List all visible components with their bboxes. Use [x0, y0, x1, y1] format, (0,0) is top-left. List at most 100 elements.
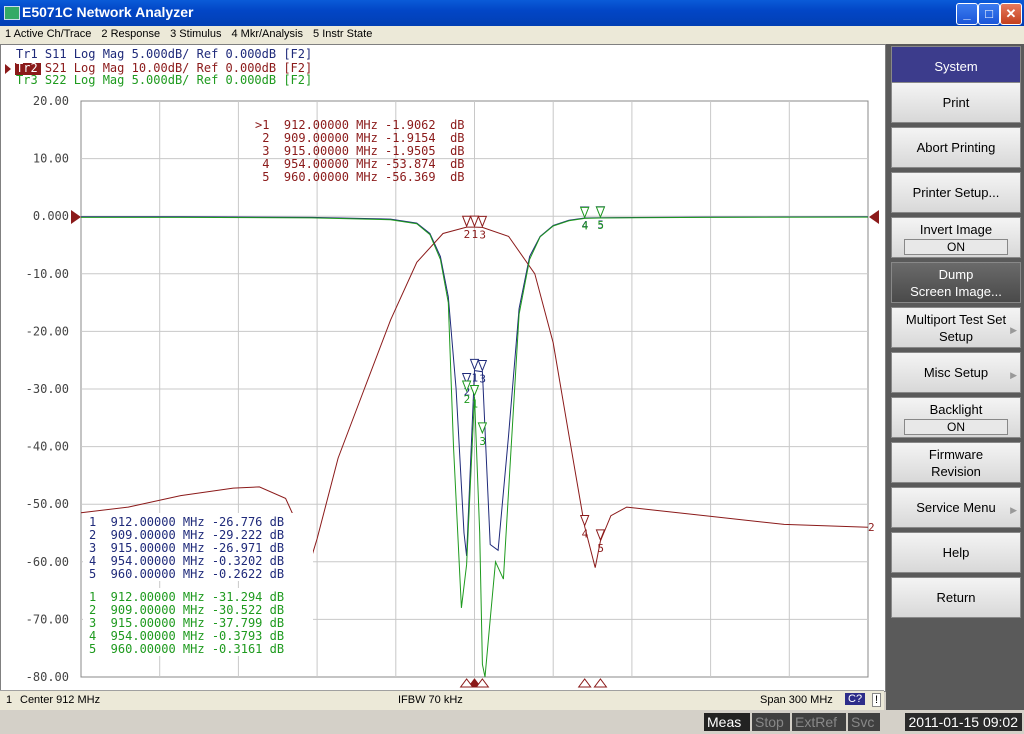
marker-readout: 4 954.00000 MHz -0.3202 dB — [89, 554, 284, 568]
marker-readout: 5 960.00000 MHz -56.369 dB — [255, 170, 465, 184]
minimize-button[interactable]: _ — [956, 3, 978, 25]
marker-icon[interactable] — [469, 384, 480, 397]
y-tick-label: 0.000 — [33, 209, 69, 223]
service-menu-button[interactable]: Service Menu ▶ — [891, 487, 1021, 528]
marker-readout: 2 909.00000 MHz -1.9154 dB — [255, 131, 465, 145]
dump-screen-image-button[interactable]: Dump Screen Image... — [891, 262, 1021, 303]
y-tick-label: -70.00 — [26, 612, 69, 626]
backlight-value: ON — [904, 418, 1008, 435]
invert-image-value: ON — [904, 238, 1008, 255]
marker-readout: 5 960.00000 MHz -0.2622 dB — [89, 567, 284, 581]
meas-indicator: Meas — [704, 713, 750, 731]
center-frequency[interactable]: Center 912 MHz — [20, 694, 100, 706]
marker-label: 4 — [582, 219, 589, 232]
backlight-label: Backlight — [929, 401, 983, 417]
multiport-label-line1: Multiport Test Set — [905, 311, 1007, 327]
printer-setup-label: Printer Setup... — [912, 185, 1000, 200]
menu-instr-state[interactable]: 5 Instr State — [308, 26, 377, 40]
help-button[interactable]: Help — [891, 532, 1021, 573]
title-bar: E5071C Network Analyzer _ □ ✕ — [0, 0, 1024, 26]
marker-readout: 2 909.00000 MHz -30.522 dB — [89, 603, 284, 617]
menu-response[interactable]: 2 Response — [96, 26, 165, 40]
ref-level-right-icon[interactable] — [869, 210, 879, 224]
backlight-button[interactable]: Backlight ON — [891, 397, 1021, 438]
marker-label: 4 — [582, 528, 589, 541]
help-label: Help — [942, 545, 970, 560]
marker-readout: 3 915.00000 MHz -26.971 dB — [89, 541, 284, 555]
abort-printing-button[interactable]: Abort Printing — [891, 127, 1021, 168]
window-title: E5071C Network Analyzer — [22, 4, 194, 20]
marker-label: 5 — [597, 542, 604, 555]
marker-readout: >1 912.00000 MHz -1.9062 dB — [255, 118, 465, 132]
multiport-label-line2: Setup — [939, 328, 973, 344]
trace-header-tr3[interactable]: Tr3 S22 Log Mag 5.000dB/ Ref 0.000dB [F2… — [16, 73, 312, 87]
marker-label: 1 — [472, 371, 479, 384]
span-value[interactable]: Span 300 MHz — [760, 694, 833, 706]
menu-mkr-analysis[interactable]: 4 Mkr/Analysis — [226, 26, 308, 40]
marker-label: 5 — [597, 219, 604, 232]
stimulus-marker-icon — [593, 678, 608, 688]
marker-icon[interactable] — [469, 358, 480, 371]
y-tick-label: 20.00 — [33, 94, 69, 108]
stimulus-marker-icon — [459, 678, 474, 688]
marker-readout: 3 915.00000 MHz -37.799 dB — [89, 616, 284, 630]
y-tick-label: 10.00 — [33, 152, 69, 166]
softkey-header: System — [891, 46, 1021, 87]
multiport-test-set-setup-button[interactable]: Multiport Test Set Setup ▶ — [891, 307, 1021, 348]
invert-image-button[interactable]: Invert Image ON — [891, 217, 1021, 258]
maximize-button[interactable]: □ — [978, 3, 1000, 25]
dump-label-line1: Dump — [938, 266, 974, 282]
instrument-status-bar: Meas Stop ExtRef Svc 2011-01-15 09:02 — [0, 710, 1024, 734]
print-button[interactable]: Print — [891, 82, 1021, 123]
warning-indicator: ! — [872, 693, 882, 707]
trace-header-tr1[interactable]: Tr1 S11 Log Mag 5.000dB/ Ref 0.000dB [F2… — [16, 47, 312, 61]
misc-setup-label: Misc Setup — [923, 365, 989, 380]
marker-readout: 4 954.00000 MHz -53.874 dB — [255, 157, 465, 171]
close-button[interactable]: ✕ — [1000, 3, 1022, 25]
ref-level-left-icon[interactable] — [71, 210, 81, 224]
menu-stimulus[interactable]: 3 Stimulus — [165, 26, 226, 40]
y-tick-labels: 20.00 10.00 0.000 -10.00 -20.00 -30.00 -40.00 -… — [26, 94, 69, 684]
firmware-revision-button[interactable]: Firmware Revision — [891, 442, 1021, 483]
date-time: 2011-01-15 09:02 — [904, 713, 1022, 731]
channel-status-bar: 1 Center 912 MHz IFBW 70 kHz Span 300 MH… — [0, 690, 884, 711]
firmware-label-line2: Revision — [931, 463, 981, 479]
marker-icon[interactable] — [579, 515, 590, 527]
marker-table-tr2: >1 912.00000 MHz -1.9062 dB 2 909.00000 … — [255, 118, 465, 184]
marker-table-tr3: 1 912.00000 MHz -31.294 dB 2 909.00000 M… — [89, 590, 284, 656]
menu-bar: 1 Active Ch/Trace 2 Response 3 Stimulus 4 M… — [0, 26, 1024, 44]
marker-label: 3 — [479, 435, 486, 448]
stop-indicator: Stop — [752, 713, 790, 731]
stimulus-marker-icon — [577, 678, 592, 688]
marker-label: 2 — [464, 228, 471, 241]
marker-icon[interactable] — [461, 215, 472, 228]
marker-readout: 1 912.00000 MHz -31.294 dB — [89, 590, 284, 604]
plot-panel[interactable]: Tr1 S11 Log Mag 5.000dB/ Ref 0.000dB [F2… — [0, 44, 886, 692]
print-label: Print — [942, 95, 970, 110]
ifbw-value[interactable]: IFBW 70 kHz — [398, 694, 463, 706]
marker-icon[interactable] — [477, 360, 488, 372]
submenu-arrow-icon: ▶ — [1010, 505, 1017, 515]
marker-icon[interactable] — [595, 206, 606, 219]
marker-icon[interactable] — [469, 215, 480, 228]
measurement-chart: Tr1 S11 Log Mag 5.000dB/ Ref 0.000dB [F2… — [5, 47, 879, 688]
submenu-arrow-icon: ▶ — [1010, 325, 1017, 335]
y-tick-label: -30.00 — [26, 382, 69, 396]
return-label: Return — [936, 590, 976, 605]
marker-table-tr1: 1 912.00000 MHz -26.776 dB 2 909.00000 M… — [89, 515, 284, 581]
y-tick-label: -50.00 — [26, 497, 69, 511]
marker-readout: 1 912.00000 MHz -26.776 dB — [89, 515, 284, 529]
printer-setup-button[interactable]: Printer Setup... — [891, 172, 1021, 213]
marker-label: 1 — [472, 228, 479, 241]
softkey-panel: System Print Abort Printing Printer Setu… — [886, 44, 1024, 710]
return-button[interactable]: Return — [891, 577, 1021, 618]
stimulus-marker-icon — [475, 678, 490, 688]
marker-icon[interactable] — [477, 215, 488, 228]
marker-readout: 4 954.00000 MHz -0.3793 dB — [89, 629, 284, 643]
y-tick-label: -20.00 — [26, 324, 69, 338]
misc-setup-button[interactable]: Misc Setup ▶ — [891, 352, 1021, 393]
channel-number: 1 — [6, 694, 13, 706]
menu-active-ch-trace[interactable]: 1 Active Ch/Trace — [0, 26, 96, 40]
marker-readout: 2 909.00000 MHz -29.222 dB — [89, 528, 284, 542]
abort-printing-label: Abort Printing — [916, 140, 996, 155]
